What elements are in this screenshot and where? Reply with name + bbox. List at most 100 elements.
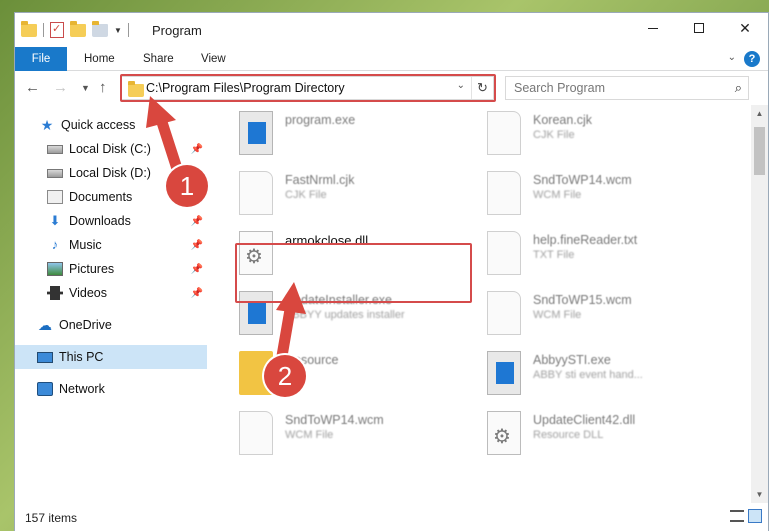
file-name: SndToWP15.wcm <box>533 293 632 307</box>
sidebar-item-quick-access[interactable]: ★ Quick access <box>15 113 207 137</box>
tab-home[interactable]: Home <box>84 47 115 71</box>
up-arrow-icon[interactable]: ↑ <box>99 79 107 96</box>
back-arrow-icon[interactable]: ← <box>25 79 40 96</box>
vertical-scrollbar[interactable]: ▲ ▼ <box>751 105 768 503</box>
file-item[interactable]: SndToWP14.wcm WCM File <box>225 405 463 461</box>
step-badge-2: 2 <box>264 355 306 397</box>
sidebar-item-network[interactable]: Network <box>15 377 207 401</box>
scroll-up-icon[interactable]: ▲ <box>751 105 768 122</box>
sidebar-item-music[interactable]: ♪ Music 📌 <box>15 233 207 257</box>
sidebar-item-label: Local Disk (C:) <box>69 142 151 156</box>
step-badge-1: 1 <box>166 165 208 207</box>
quick-access-toolbar: ▼ <box>21 20 129 38</box>
file-name: FastNrml.cjk <box>285 173 355 187</box>
document-file-icon <box>487 291 521 335</box>
folder-icon <box>21 20 37 37</box>
document-file-icon <box>487 231 521 275</box>
file-item[interactable]: program.exe <box>225 105 463 161</box>
dll-file-icon <box>487 411 521 455</box>
search-input[interactable]: Search Program ⌕ <box>505 76 749 100</box>
customize-icon[interactable] <box>92 20 108 37</box>
file-type: ABBYY updates installer <box>285 309 405 321</box>
file-item[interactable]: UpdateClient42.dll Resource DLL <box>473 405 711 461</box>
close-icon: ✕ <box>739 19 751 36</box>
sidebar-item-label: Documents <box>69 190 133 204</box>
sidebar-item-label: This PC <box>59 350 104 364</box>
star-icon: ★ <box>40 117 54 133</box>
tiles-view-icon[interactable] <box>748 509 762 523</box>
forward-arrow-icon[interactable]: → <box>53 79 68 96</box>
maximize-button[interactable] <box>676 13 722 43</box>
file-type: WCM File <box>285 429 334 441</box>
properties-icon[interactable] <box>50 22 64 38</box>
file-type: CJK File <box>285 189 327 201</box>
pin-icon: 📌 <box>190 143 203 155</box>
file-type: Resource DLL <box>533 429 604 441</box>
file-item[interactable]: AbbyySTI.exe ABBY sti event hand... <box>473 345 711 401</box>
file-item[interactable]: Resource <box>225 345 463 401</box>
file-name: help.fineReader.txt <box>533 233 638 247</box>
tab-view[interactable]: View <box>201 47 226 71</box>
file-highlight-box <box>235 243 472 303</box>
music-icon: ♪ <box>51 237 59 252</box>
chevron-down-icon[interactable]: ▼ <box>114 26 122 35</box>
search-icon[interactable]: ⌕ <box>735 80 742 96</box>
sidebar-item-downloads[interactable]: ⬇ Downloads 📌 <box>15 209 207 233</box>
file-type: ABBY sti event hand... <box>533 369 643 381</box>
downloads-icon: ⬇ <box>49 213 61 228</box>
file-item[interactable]: FastNrml.cjk CJK File <box>225 165 463 221</box>
file-item[interactable]: help.fineReader.txt TXT File <box>473 225 711 281</box>
pictures-icon <box>47 262 63 276</box>
recent-locations-icon[interactable]: ▼ <box>81 83 90 93</box>
details-view-icon[interactable] <box>730 510 744 522</box>
file-item[interactable]: Korean.cjk CJK File <box>473 105 711 161</box>
exe-file-icon <box>487 351 521 395</box>
pin-icon: 📌 <box>190 263 203 275</box>
file-name: UpdateClient42.dll <box>533 413 636 427</box>
minimize-icon <box>648 27 658 29</box>
sidebar-item-label: Videos <box>69 286 107 300</box>
sidebar-item-onedrive[interactable]: ☁ OneDrive <box>15 313 207 337</box>
network-icon <box>37 382 53 396</box>
tab-share[interactable]: Share <box>143 47 174 71</box>
search-placeholder: Search Program <box>514 81 606 95</box>
tab-file[interactable]: File <box>15 47 67 71</box>
help-icon[interactable]: ? <box>744 51 760 67</box>
ribbon-tabs: File Home Share View ⌄ ? <box>15 47 768 71</box>
sidebar-item-label: OneDrive <box>59 318 112 332</box>
pin-icon: 📌 <box>190 287 203 299</box>
file-list: program.exe Korean.cjk CJK File FastNrml… <box>221 105 746 503</box>
divider <box>127 23 129 37</box>
file-name: AbbyySTI.exe <box>533 353 611 367</box>
sidebar-item-videos[interactable]: Videos 📌 <box>15 281 207 305</box>
cloud-icon: ☁ <box>38 317 52 333</box>
navigation-pane: ★ Quick access Local Disk (C:) 📌 Local D… <box>15 105 207 503</box>
pin-icon: 📌 <box>190 215 203 227</box>
sidebar-item-label: Pictures <box>69 262 115 276</box>
scroll-down-icon[interactable]: ▼ <box>751 486 768 503</box>
expand-ribbon-icon[interactable]: ⌄ <box>728 52 736 63</box>
sidebar-item-label: Network <box>59 382 105 396</box>
file-type: WCM File <box>533 309 582 321</box>
sidebar-item-this-pc[interactable]: This PC <box>15 345 207 369</box>
minimize-button[interactable] <box>630 13 676 43</box>
address-highlight-box <box>120 74 496 102</box>
file-name: SndToWP14.wcm <box>533 173 632 187</box>
scroll-thumb[interactable] <box>754 127 765 175</box>
sidebar-item-local-disk-c[interactable]: Local Disk (C:) 📌 <box>15 137 207 161</box>
new-folder-icon[interactable] <box>70 20 86 37</box>
explorer-window: ▼ Program ✕ File Home Share View ⌄ ? ← →… <box>14 12 769 531</box>
close-button[interactable]: ✕ <box>722 13 768 43</box>
document-file-icon <box>239 411 273 455</box>
disk-icon <box>47 144 63 154</box>
file-name: program.exe <box>285 113 356 127</box>
file-type: TXT File <box>533 249 575 261</box>
file-item[interactable]: SndToWP14.wcm WCM File <box>473 165 711 221</box>
file-item[interactable]: SndToWP15.wcm WCM File <box>473 285 711 341</box>
exe-file-icon <box>239 111 273 155</box>
document-file-icon <box>487 111 521 155</box>
file-name: Korean.cjk <box>533 113 593 127</box>
pc-icon <box>37 351 53 363</box>
sidebar-item-pictures[interactable]: Pictures 📌 <box>15 257 207 281</box>
document-file-icon <box>487 171 521 215</box>
